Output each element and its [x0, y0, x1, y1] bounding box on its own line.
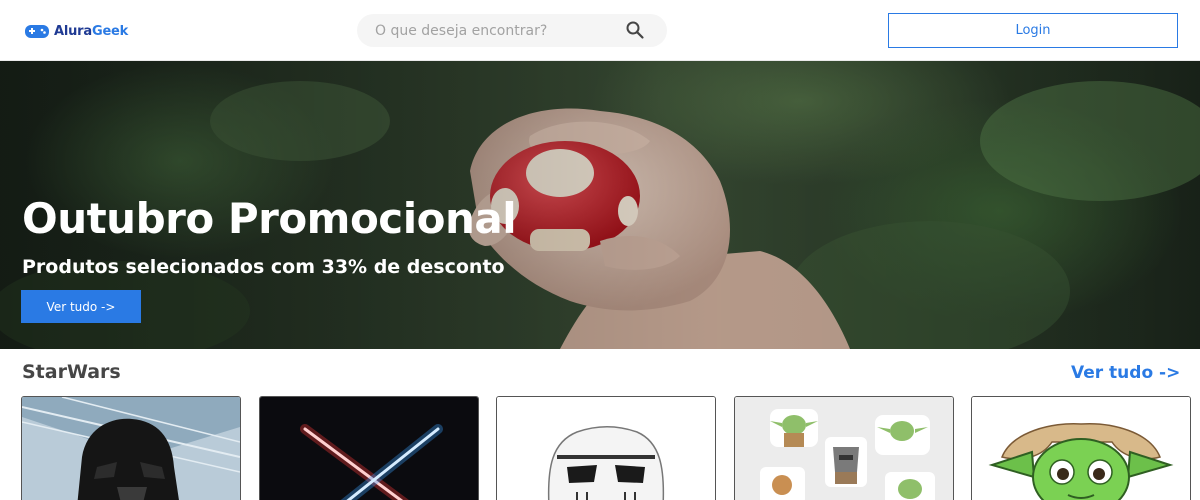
- site-header: AluraGeek Login: [0, 0, 1200, 61]
- hero-title: Outubro Promocional: [22, 194, 517, 243]
- product-card[interactable]: [496, 396, 716, 500]
- stormtrooper-helmet-image: [497, 397, 715, 500]
- grogu-stickers-image: [735, 397, 953, 500]
- section-see-all-link[interactable]: Ver tudo ->: [1071, 363, 1180, 383]
- product-card[interactable]: [971, 396, 1191, 500]
- section-title: StarWars: [22, 361, 121, 383]
- logo[interactable]: AluraGeek: [24, 22, 128, 40]
- product-card[interactable]: [259, 396, 479, 500]
- crossed-lightsabers-image: [260, 397, 478, 500]
- search-icon[interactable]: [625, 20, 645, 40]
- hero-subtitle: Produtos selecionados com 33% de descont…: [22, 256, 505, 278]
- gamepad-icon: [25, 25, 49, 38]
- hero-see-all-button[interactable]: Ver tudo ->: [21, 290, 141, 323]
- darth-vader-helmet-image: [22, 397, 240, 500]
- product-card[interactable]: [734, 396, 954, 500]
- hero-banner: Outubro Promocional Produtos selecionado…: [0, 61, 1200, 349]
- logo-text-part2: Geek: [91, 23, 129, 39]
- login-button[interactable]: Login: [888, 13, 1178, 48]
- yoda-sticker-image: [972, 397, 1190, 500]
- product-list: [21, 396, 1200, 500]
- logo-text-part1: Alura: [54, 23, 92, 39]
- logo-text: AluraGeek: [54, 24, 128, 39]
- search-input[interactable]: [375, 14, 615, 47]
- search-bar: [357, 14, 667, 47]
- product-card[interactable]: [21, 396, 241, 500]
